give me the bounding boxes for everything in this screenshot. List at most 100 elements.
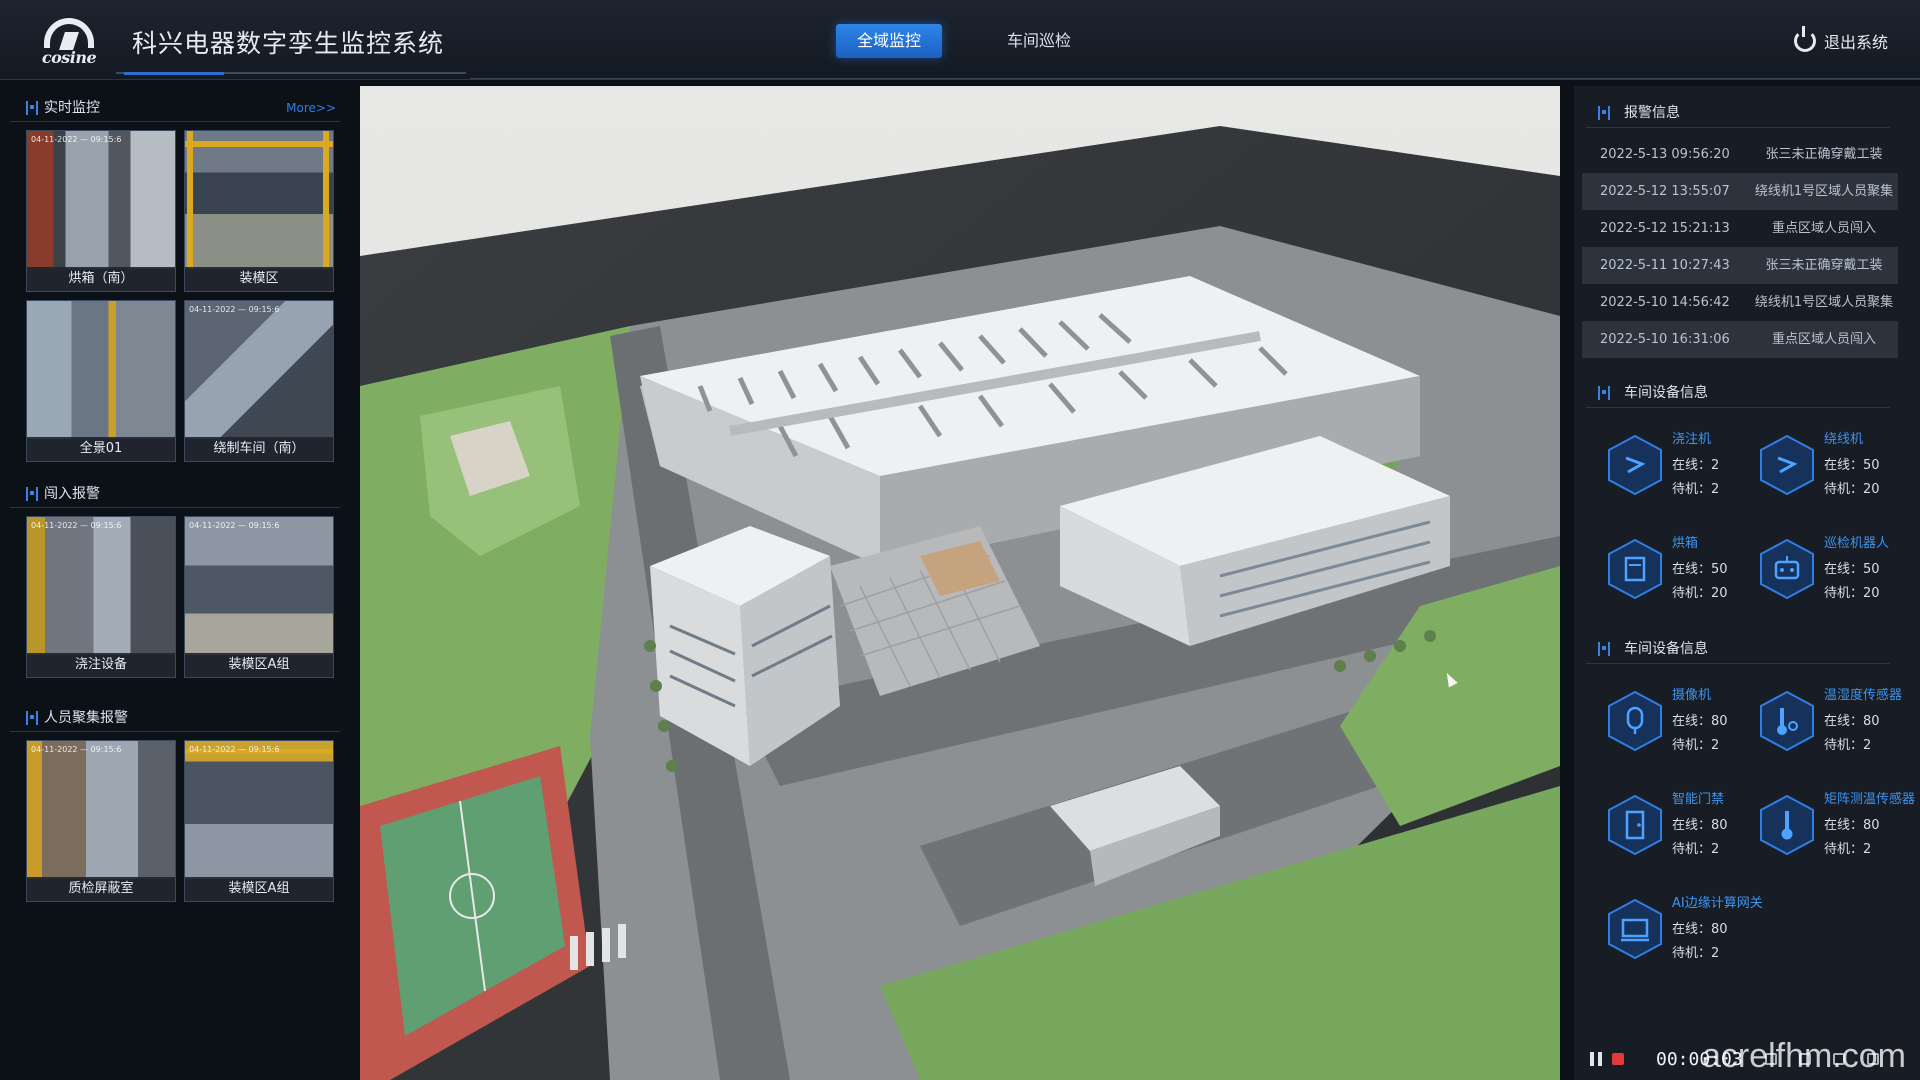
device-name: 巡检机器人 xyxy=(1824,536,1890,551)
device-card[interactable]: 绕线机 在线：50 待机：20 xyxy=(1738,420,1888,524)
section-sensor-devices: 车间设备信息 xyxy=(1586,634,1890,664)
device-name: 烘箱 xyxy=(1672,536,1699,551)
alarm-message: 绕线机1号区域人员聚集 xyxy=(1754,295,1894,310)
device-standby: 待机：2 xyxy=(1824,842,1872,857)
device-online: 在线：80 xyxy=(1824,714,1880,729)
tab-workshop-patrol[interactable]: 车间巡检 xyxy=(986,24,1092,58)
camera-thumb[interactable]: 04-11-2022 — 09:15:6 质检屏蔽室 xyxy=(26,740,176,902)
device-online: 在线：50 xyxy=(1824,458,1880,473)
device-online: 在线：80 xyxy=(1672,714,1728,729)
ai-gateway-icon xyxy=(1606,898,1664,960)
device-card[interactable]: 浇注机 在线：2 待机：2 xyxy=(1586,420,1736,524)
device-card[interactable]: 烘箱 在线：50 待机：20 xyxy=(1586,524,1736,628)
camera-label: 烘箱（南） xyxy=(27,267,175,291)
camera-feed-image xyxy=(185,131,333,269)
alarm-row[interactable]: 2022-5-12 15:21:13 重点区域人员闯入 xyxy=(1582,210,1898,247)
section-intrusion-alarm: 闯入报警 xyxy=(10,480,340,508)
device-name: 摄像机 xyxy=(1672,688,1712,703)
section-realtime-monitor: 实时监控 More>> xyxy=(10,94,340,122)
section-title-intrusion: 闯入报警 xyxy=(44,486,100,502)
company-logo: cosine xyxy=(36,18,102,67)
device-standby: 待机：2 xyxy=(1672,842,1720,857)
camera-label: 装模区A组 xyxy=(185,877,333,901)
watermark-text: acrelfhm.com xyxy=(1701,1037,1906,1075)
winding-machine-icon xyxy=(1758,434,1816,496)
device-card[interactable]: 摄像机 在线：80 待机：2 xyxy=(1586,676,1736,780)
intrusion-camera-grid: 04-11-2022 — 09:15:6 浇注设备 04-11-2022 — 0… xyxy=(10,508,340,678)
alarm-time: 2022-5-13 09:56:20 xyxy=(1600,147,1730,162)
camera-thumb[interactable]: 04-11-2022 — 09:15:6 浇注设备 xyxy=(26,516,176,678)
power-icon xyxy=(1793,26,1816,52)
section-bracket-icon xyxy=(1598,106,1610,120)
camera-feed-image xyxy=(185,301,333,439)
device-standby: 待机：2 xyxy=(1672,738,1720,753)
device-standby: 待机：2 xyxy=(1672,482,1720,497)
camera-feed-image xyxy=(185,741,333,879)
device-card[interactable]: 巡检机器人 在线：50 待机：20 xyxy=(1738,524,1890,628)
camera-timestamp: 04-11-2022 — 09:15:6 xyxy=(31,745,122,754)
alarm-time: 2022-5-11 10:27:43 xyxy=(1600,258,1730,273)
section-bracket-icon xyxy=(26,487,38,501)
device-name: 智能门禁 xyxy=(1672,792,1725,807)
device-online: 在线：80 xyxy=(1672,818,1728,833)
device-card[interactable]: 智能门禁 在线：80 待机：2 xyxy=(1586,780,1736,884)
door-access-icon xyxy=(1606,794,1664,856)
more-link[interactable]: More>> xyxy=(286,94,336,122)
tab-global-monitor[interactable]: 全域监控 xyxy=(836,24,942,58)
camera-thumb[interactable]: 04-11-2022 — 09:15:6 绕制车间（南） xyxy=(184,300,334,462)
device-standby: 待机：20 xyxy=(1672,586,1728,601)
alarm-row[interactable]: 2022-5-13 09:56:20 张三未正确穿戴工装 xyxy=(1582,136,1898,173)
logout-button[interactable]: 退出系统 xyxy=(1793,26,1888,54)
device-online: 在线：80 xyxy=(1824,818,1880,833)
stop-record-icon[interactable] xyxy=(1612,1053,1624,1065)
camera-thumb[interactable]: 04-11-2022 — 09:15:6 装模区A组 xyxy=(184,740,334,902)
device-name: 温湿度传感器 xyxy=(1824,688,1903,703)
camera-timestamp: 04-11-2022 — 09:15:6 xyxy=(31,135,122,144)
section-title-alarms: 报警信息 xyxy=(1624,105,1680,121)
camera-thumb[interactable]: 装模区 xyxy=(184,130,334,292)
oven-icon xyxy=(1606,538,1664,600)
camera-label: 绕制车间（南） xyxy=(185,437,333,461)
camera-timestamp: 04-11-2022 — 09:15:6 xyxy=(189,305,280,314)
camera-feed-image xyxy=(27,517,175,655)
section-title-crowd: 人员聚集报警 xyxy=(44,710,128,726)
robot-icon xyxy=(1758,538,1816,600)
camera-label: 浇注设备 xyxy=(27,653,175,677)
logo-text: cosine xyxy=(41,48,97,67)
device-standby: 待机：2 xyxy=(1672,946,1720,961)
section-bracket-icon xyxy=(1598,386,1610,400)
camera-thumb[interactable]: 04-11-2022 — 09:15:6 烘箱（南） xyxy=(26,130,176,292)
camera-label: 装模区 xyxy=(185,267,333,291)
section-title-devices: 车间设备信息 xyxy=(1624,385,1708,401)
factory-3d-view[interactable] xyxy=(360,86,1560,1080)
camera-thumb[interactable]: 全景01 xyxy=(26,300,176,462)
device-card[interactable]: 温湿度传感器 在线：80 待机：2 xyxy=(1738,676,1902,780)
alarm-row[interactable]: 2022-5-12 13:55:07 绕线机1号区域人员聚集 xyxy=(1582,173,1898,210)
camera-thumb[interactable]: 04-11-2022 — 09:15:6 装模区A组 xyxy=(184,516,334,678)
device-card[interactable]: 矩阵测温传感器 在线：80 待机：2 xyxy=(1738,780,1915,884)
device-standby: 待机：20 xyxy=(1824,482,1880,497)
device-card[interactable]: AI边缘计算网关 在线：80 待机：2 xyxy=(1586,884,1763,988)
camera-feed-image xyxy=(27,741,175,879)
alarm-time: 2022-5-10 16:31:06 xyxy=(1600,332,1730,347)
section-bracket-icon xyxy=(26,101,38,115)
device-grid-sensors: 摄像机 在线：80 待机：2 温湿度传感器 在线：80 待机：2 智能门禁 在线… xyxy=(1586,676,1920,988)
pause-icon[interactable] xyxy=(1590,1052,1602,1066)
device-name: 矩阵测温传感器 xyxy=(1824,792,1916,807)
camera-timestamp: 04-11-2022 — 09:15:6 xyxy=(189,745,280,754)
app-title: 科兴电器数字孪生监控系统 xyxy=(132,29,445,58)
pour-machine-icon xyxy=(1606,434,1664,496)
alarm-message: 重点区域人员闯入 xyxy=(1771,332,1876,347)
alarm-row[interactable]: 2022-5-11 10:27:43 张三未正确穿戴工装 xyxy=(1582,247,1898,284)
section-alarm-info: 报警信息 xyxy=(1586,98,1890,128)
camera-feed-image xyxy=(185,517,333,655)
device-standby: 待机：20 xyxy=(1824,586,1880,601)
alarm-row[interactable]: 2022-5-10 14:56:42 绕线机1号区域人员聚集 xyxy=(1582,284,1898,321)
camera-feed-image xyxy=(27,301,175,439)
section-title-realtime: 实时监控 xyxy=(44,100,100,116)
camera-label: 质检屏蔽室 xyxy=(27,877,175,901)
alarm-row[interactable]: 2022-5-10 16:31:06 重点区域人员闯入 xyxy=(1582,321,1898,358)
device-standby: 待机：2 xyxy=(1824,738,1872,753)
device-online: 在线：80 xyxy=(1672,922,1728,937)
camera-label: 全景01 xyxy=(27,437,175,461)
